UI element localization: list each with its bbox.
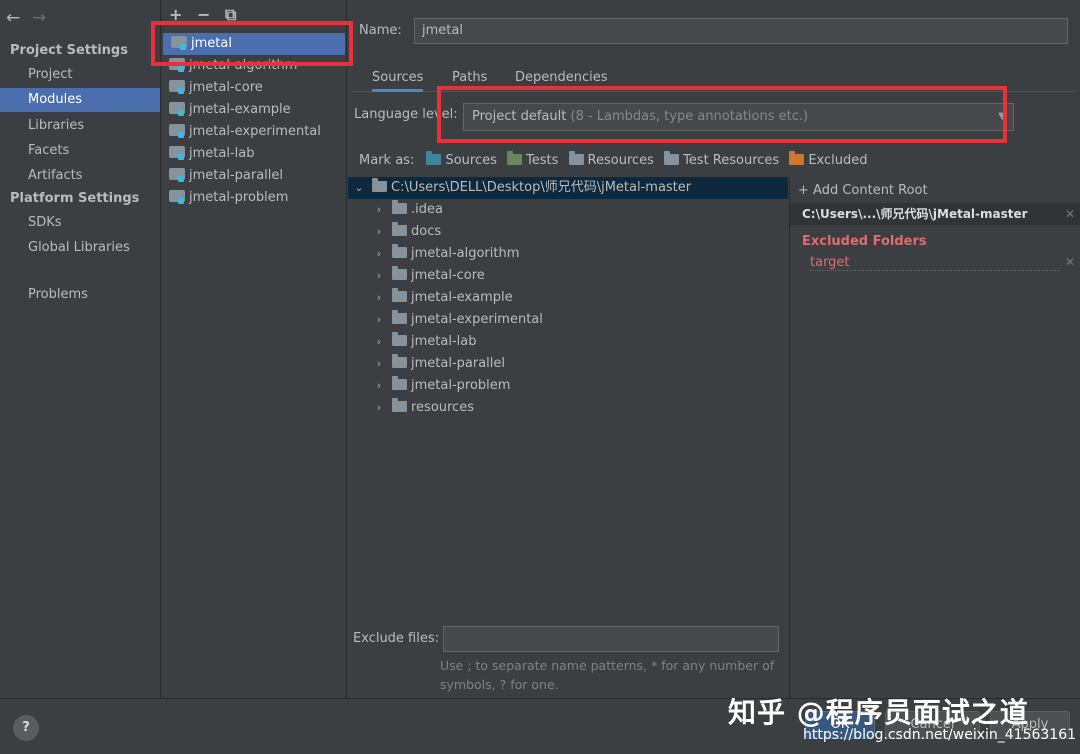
folder-icon — [392, 244, 407, 258]
folder-icon — [392, 376, 407, 390]
highlight-box-language-level — [437, 86, 1007, 143]
chevron-right-icon[interactable]: › — [372, 309, 386, 331]
excluded-folder-item[interactable]: target — [810, 255, 1060, 271]
chevron-right-icon[interactable]: › — [372, 353, 386, 375]
tree-row[interactable]: › jmetal-parallel — [348, 353, 788, 375]
chevron-right-icon[interactable]: › — [372, 287, 386, 309]
exclude-files-input[interactable] — [443, 626, 779, 652]
sources-folder-icon — [426, 151, 442, 165]
exclude-files-label: Exclude files: — [353, 631, 440, 646]
name-label: Name: — [359, 23, 402, 38]
settings-nav: ← → Project Settings Project Modules Libr… — [0, 0, 161, 698]
module-icon — [169, 124, 185, 138]
chevron-right-icon[interactable]: › — [372, 221, 386, 243]
module-icon — [169, 190, 185, 204]
tests-folder-icon — [507, 151, 523, 165]
dialog-footer: ? OK Cancel Apply 知乎 @程序员面试之道 https://bl… — [0, 696, 1080, 754]
folder-icon — [372, 178, 387, 192]
tree-row[interactable]: › jmetal-example — [348, 287, 788, 309]
content-root-path: C:\Users\...\师兄代码\jMetal-master ✕ — [790, 203, 1080, 225]
nav-item-artifacts[interactable]: Artifacts — [0, 164, 160, 188]
tree-row[interactable]: › jmetal-lab — [348, 331, 788, 353]
tree-root-row[interactable]: ⌄ C:\Users\DELL\Desktop\师兄代码\jMetal-maste… — [348, 177, 788, 199]
resources-folder-icon — [568, 151, 584, 165]
nav-item-project[interactable]: Project — [0, 63, 160, 87]
module-item[interactable]: jmetal-core — [161, 77, 347, 99]
chevron-right-icon[interactable]: › — [372, 243, 386, 265]
chevron-right-icon[interactable]: › — [372, 397, 386, 419]
mark-resources-button[interactable]: Resources — [568, 151, 654, 168]
module-item[interactable]: jmetal-parallel — [161, 165, 347, 187]
nav-item-problems[interactable]: Problems — [0, 283, 160, 307]
module-item[interactable]: jmetal-experimental — [161, 121, 347, 143]
remove-content-root-icon[interactable]: ✕ — [1065, 203, 1075, 225]
module-icon — [169, 146, 185, 160]
watermark-url: https://blog.csdn.net/weixin_41563161 — [803, 727, 1077, 743]
nav-arrows: ← → — [6, 8, 58, 28]
tree-row[interactable]: › jmetal-algorithm — [348, 243, 788, 265]
mark-excluded-button[interactable]: Excluded — [789, 151, 868, 168]
chevron-down-icon[interactable]: ⌄ — [352, 177, 366, 199]
folder-icon — [392, 354, 407, 368]
nav-item-facets[interactable]: Facets — [0, 139, 160, 163]
directory-tree: ⌄ C:\Users\DELL\Desktop\师兄代码\jMetal-maste… — [348, 177, 788, 620]
highlight-box-module — [151, 21, 353, 66]
chevron-right-icon[interactable]: › — [372, 199, 386, 221]
tree-row[interactable]: › jmetal-experimental — [348, 309, 788, 331]
nav-item-global-libraries[interactable]: Global Libraries — [0, 236, 160, 260]
mark-sources-button[interactable]: Sources — [426, 151, 497, 168]
folder-icon — [392, 222, 407, 236]
watermark: 知乎 @程序员面试之道 — [728, 696, 1029, 729]
add-content-root-button[interactable]: + Add Content Root — [798, 183, 928, 198]
tab-sources[interactable]: Sources — [372, 68, 424, 92]
tree-row[interactable]: › jmetal-problem — [348, 375, 788, 397]
module-icon — [169, 102, 185, 116]
help-icon[interactable]: ? — [13, 715, 39, 741]
chevron-right-icon[interactable]: › — [372, 265, 386, 287]
mark-tests-button[interactable]: Tests — [507, 151, 558, 168]
tree-row[interactable]: › docs — [348, 221, 788, 243]
folder-icon — [392, 310, 407, 324]
chevron-right-icon[interactable]: › — [372, 331, 386, 353]
tree-row[interactable]: › resources — [348, 397, 788, 419]
project-settings-heading: Project Settings — [10, 43, 128, 58]
platform-settings-heading: Platform Settings — [10, 191, 140, 206]
forward-arrow-icon[interactable]: → — [32, 8, 58, 28]
nav-item-modules[interactable]: Modules — [0, 88, 160, 112]
test-resources-folder-icon — [664, 151, 680, 165]
exclude-files-hint: Use ; to separate name patterns, * for a… — [440, 658, 775, 692]
module-item[interactable]: jmetal-example — [161, 99, 347, 121]
module-item[interactable]: jmetal-problem — [161, 187, 347, 209]
folder-icon — [392, 200, 407, 214]
mark-test-resources-button[interactable]: Test Resources — [664, 151, 779, 168]
module-item[interactable]: jmetal-lab — [161, 143, 347, 165]
back-arrow-icon[interactable]: ← — [6, 8, 32, 28]
remove-excluded-icon[interactable]: ✕ — [1065, 255, 1075, 269]
module-name-input[interactable]: jmetal — [414, 18, 1068, 44]
module-icon — [169, 168, 185, 182]
tree-row[interactable]: › .idea — [348, 199, 788, 221]
mark-as-label: Mark as: — [359, 153, 415, 168]
module-list: + − ⧉ jmetal jmetal-algorithm jmetal-core … — [161, 0, 347, 698]
folder-icon — [392, 288, 407, 302]
chevron-right-icon[interactable]: › — [372, 375, 386, 397]
folder-icon — [392, 332, 407, 346]
content-root-panel: + Add Content Root C:\Users\...\师兄代码\jMe… — [789, 177, 1080, 698]
tree-row[interactable]: › jmetal-core — [348, 265, 788, 287]
module-icon — [169, 80, 185, 94]
excluded-folders-heading: Excluded Folders — [802, 234, 927, 249]
excluded-folder-icon — [789, 151, 805, 165]
mark-as-toolbar: Mark as: Sources Tests Resources Test Re… — [359, 151, 874, 168]
folder-icon — [392, 266, 407, 280]
nav-item-libraries[interactable]: Libraries — [0, 114, 160, 138]
nav-item-sdks[interactable]: SDKs — [0, 211, 160, 235]
folder-icon — [392, 398, 407, 412]
